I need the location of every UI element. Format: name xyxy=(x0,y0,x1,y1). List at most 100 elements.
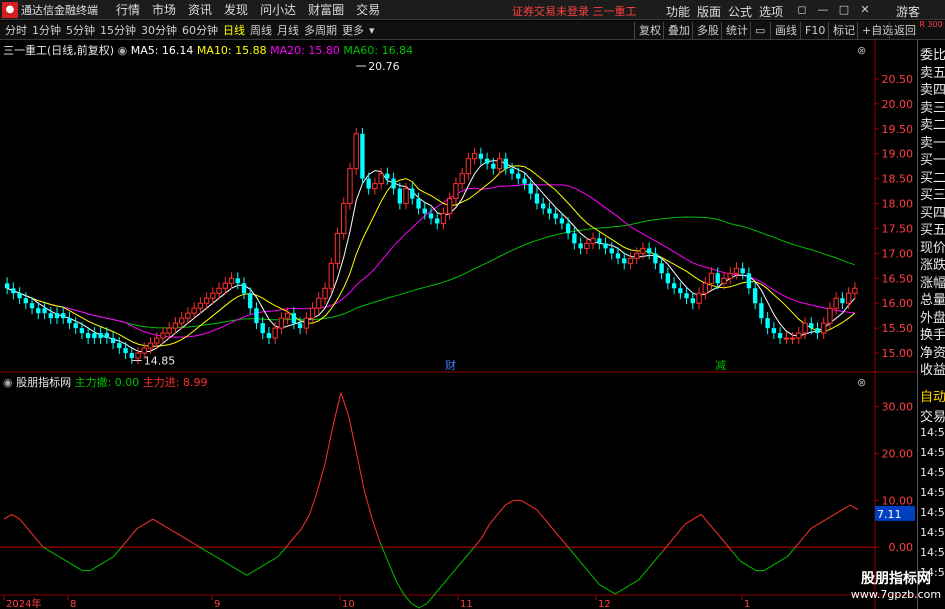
candle-body[interactable] xyxy=(752,288,758,304)
candle-body[interactable] xyxy=(372,183,378,190)
side-panel-label[interactable]: 卖五 xyxy=(920,62,945,81)
side-panel-label[interactable]: 交易 xyxy=(920,406,945,425)
candle-body[interactable] xyxy=(260,323,265,334)
candle-body[interactable] xyxy=(634,252,640,259)
candle-body[interactable] xyxy=(777,333,783,339)
candle-body[interactable] xyxy=(284,312,291,319)
candle-body[interactable] xyxy=(303,317,310,329)
side-panel-label[interactable]: 现价 xyxy=(920,237,945,256)
candle-body[interactable] xyxy=(328,262,334,289)
candle-body[interactable] xyxy=(609,248,614,254)
candle-body[interactable] xyxy=(484,158,490,164)
candle-body[interactable] xyxy=(528,183,533,194)
candle-body[interactable] xyxy=(154,337,160,344)
candle-body[interactable] xyxy=(690,298,695,304)
candle-body[interactable] xyxy=(309,307,316,319)
side-panel-label[interactable]: 换手 xyxy=(920,324,945,343)
candle-body[interactable] xyxy=(659,263,664,274)
candle-body[interactable] xyxy=(733,267,740,274)
candle-body[interactable] xyxy=(572,233,577,244)
candle-body[interactable] xyxy=(746,273,752,289)
candle-body[interactable] xyxy=(440,213,447,224)
candle-body[interactable] xyxy=(696,292,702,304)
candle-body[interactable] xyxy=(23,298,28,304)
candle-body[interactable] xyxy=(11,288,16,294)
candle-body[interactable] xyxy=(353,133,359,170)
candle-body[interactable] xyxy=(322,287,328,299)
candle-body[interactable] xyxy=(235,278,240,284)
candle-body[interactable] xyxy=(541,203,546,209)
side-panel-label[interactable]: 买四 xyxy=(920,202,945,221)
candle-body[interactable] xyxy=(360,133,365,179)
candle-body[interactable] xyxy=(166,327,172,334)
candle-body[interactable] xyxy=(104,333,110,339)
candle-body[interactable] xyxy=(79,328,85,334)
candle-body[interactable] xyxy=(241,283,247,294)
candle-body[interactable] xyxy=(852,287,858,294)
candle-body[interactable] xyxy=(815,328,820,334)
candle-body[interactable] xyxy=(447,198,453,215)
candle-body[interactable] xyxy=(316,297,322,309)
candle-body[interactable] xyxy=(378,173,384,185)
candle-body[interactable] xyxy=(4,283,10,289)
side-panel-label[interactable]: 总量 xyxy=(920,289,945,308)
candle-body[interactable] xyxy=(385,173,390,179)
candle-body[interactable] xyxy=(435,218,440,224)
candle-body[interactable] xyxy=(135,352,141,359)
side-panel-label[interactable]: 收益 xyxy=(920,359,945,378)
side-panel-label[interactable]: 买二 xyxy=(920,167,945,186)
candle-body[interactable] xyxy=(67,318,72,324)
side-panel-label[interactable]: 14:56 xyxy=(920,426,945,439)
candle-body[interactable] xyxy=(465,158,472,175)
candle-body[interactable] xyxy=(428,213,434,219)
candle-body[interactable] xyxy=(665,273,671,284)
side-panel-label[interactable]: 涨幅 xyxy=(920,272,945,291)
candle-body[interactable] xyxy=(248,293,253,309)
candle-body[interactable] xyxy=(553,213,558,219)
candle-body[interactable] xyxy=(216,287,222,294)
candle-body[interactable] xyxy=(615,253,621,259)
candle-body[interactable] xyxy=(291,313,297,324)
candle-body[interactable] xyxy=(160,332,166,339)
candle-body[interactable] xyxy=(827,307,833,324)
candle-body[interactable] xyxy=(341,203,347,234)
side-panel-label[interactable]: 委比 xyxy=(920,44,945,63)
index-badge[interactable]: R 300 xyxy=(917,20,945,40)
candle-body[interactable] xyxy=(147,342,154,349)
candle-body[interactable] xyxy=(222,282,228,289)
candle-body[interactable] xyxy=(796,332,802,339)
candle-body[interactable] xyxy=(123,348,128,354)
candle-body[interactable] xyxy=(29,303,35,309)
candle-body[interactable] xyxy=(266,333,272,339)
side-panel-label[interactable]: 14:56 xyxy=(920,486,945,499)
side-panel-label[interactable]: 买三 xyxy=(920,184,945,203)
candle-body[interactable] xyxy=(92,333,97,339)
candle-body[interactable] xyxy=(559,218,565,224)
candle-body[interactable] xyxy=(453,183,459,200)
candle-body[interactable] xyxy=(727,272,733,279)
candle-body[interactable] xyxy=(297,323,303,329)
candle-body[interactable] xyxy=(678,288,683,294)
side-panel-label[interactable]: 卖二 xyxy=(920,114,945,133)
candle-body[interactable] xyxy=(496,158,503,170)
candle-body[interactable] xyxy=(516,173,521,179)
candle-body[interactable] xyxy=(272,327,278,339)
candle-body[interactable] xyxy=(278,317,285,329)
candle-body[interactable] xyxy=(210,292,216,299)
side-panel-label[interactable]: 14:56 xyxy=(920,466,945,479)
candle-body[interactable] xyxy=(117,343,122,349)
candle-body[interactable] xyxy=(646,248,652,254)
side-panel-label[interactable]: 涨跌 xyxy=(920,254,945,273)
candle-body[interactable] xyxy=(85,333,91,339)
candle-body[interactable] xyxy=(715,273,720,284)
candle-body[interactable] xyxy=(671,283,677,289)
candle-body[interactable] xyxy=(347,168,353,205)
candle-body[interactable] xyxy=(509,168,515,174)
side-panel-label[interactable]: 外盘 xyxy=(920,307,945,326)
candle-body[interactable] xyxy=(627,257,634,264)
candle-body[interactable] xyxy=(459,173,465,185)
side-panel-label[interactable]: 14:56 xyxy=(920,506,945,519)
candle-body[interactable] xyxy=(578,243,583,249)
candle-body[interactable] xyxy=(141,347,147,354)
candle-body[interactable] xyxy=(845,292,852,304)
